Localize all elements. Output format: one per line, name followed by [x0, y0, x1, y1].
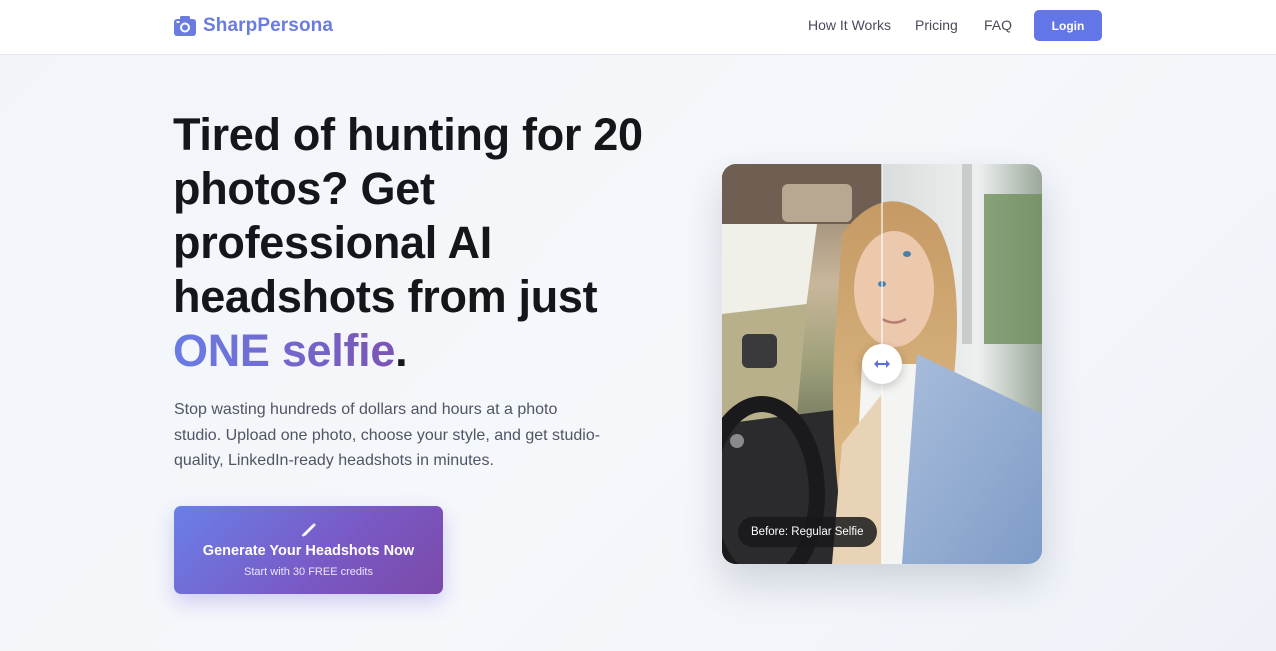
cta-title: Generate Your Headshots Now	[202, 543, 415, 559]
camera-icon	[174, 16, 196, 36]
brand-logo[interactable]: SharpPersona	[174, 14, 333, 38]
hero-headline: Tired of hunting for 20 photos? Get prof…	[173, 108, 643, 378]
nav-link-pricing[interactable]: Pricing	[915, 17, 958, 33]
generate-headshots-button[interactable]: Generate Your Headshots Now Start with 3…	[174, 506, 443, 594]
brand-name: SharpPersona	[203, 15, 334, 36]
arrows-horizontal-icon	[874, 360, 890, 368]
nav-link-how-it-works[interactable]: How It Works	[808, 17, 891, 33]
nav-link-faq[interactable]: FAQ	[984, 17, 1012, 33]
cta-subtitle: Start with 30 FREE credits	[244, 566, 373, 578]
wand-icon	[301, 523, 316, 537]
headline-accent: ONE selfie	[173, 325, 396, 376]
headline-period: .	[395, 325, 408, 376]
login-button[interactable]: Login	[1034, 10, 1102, 41]
headline-text: Tired of hunting for 20 photos? Get prof…	[173, 109, 643, 322]
comparison-slider-handle[interactable]	[862, 344, 902, 384]
hero-subtext: Stop wasting hundreds of dollars and hou…	[174, 401, 601, 469]
before-label: Before: Regular Selfie	[738, 517, 877, 547]
top-nav-bar: SharpPersona How It Works Pricing FAQ Lo…	[0, 0, 1276, 55]
